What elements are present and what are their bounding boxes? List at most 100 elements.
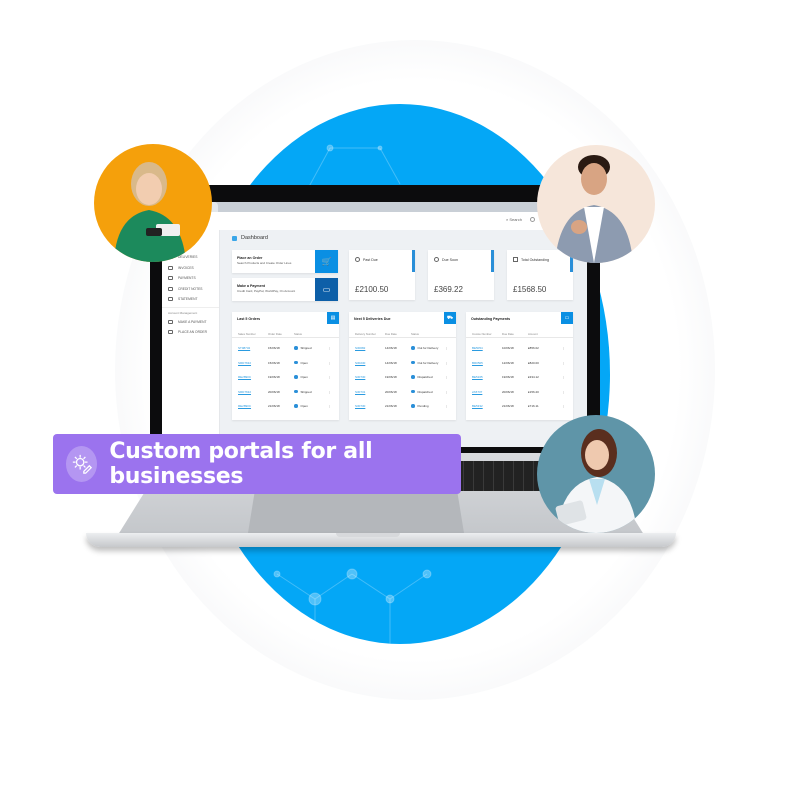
record-link[interactable]: BR0505 (472, 361, 483, 365)
stat-label: Due Soon (434, 257, 458, 262)
make-payment-button[interactable]: ▭ (315, 278, 338, 301)
table-card-2: Outstanding Payments ▭ Invoice Number Due D… (466, 312, 573, 420)
table-row[interactable]: RE2890C 21/06/18 Open ⋮ (232, 404, 339, 412)
more-icon[interactable]: ⋮ (562, 390, 565, 394)
cell: Dispatched (411, 390, 433, 394)
record-link[interactable]: S30731 (355, 390, 365, 394)
record-link[interactable]: S30730 (355, 404, 365, 408)
table-row[interactable]: S30082 14/06/18 Out for Delivery ⋮ (349, 346, 456, 354)
table-row[interactable]: S30731 20/06/18 Dispatched ⋮ (349, 390, 456, 398)
sidebar-item-statement[interactable]: Statement (162, 294, 219, 305)
cell: 12/06/18 (502, 360, 514, 365)
status-icon (411, 404, 415, 408)
column-header[interactable]: Invoice Number (472, 332, 492, 336)
record-link[interactable]: SRD7632 (238, 390, 251, 394)
statement-icon (168, 297, 173, 302)
status-icon (411, 389, 415, 394)
record-link[interactable]: BE5054 (472, 346, 483, 350)
sidebar-item-make-payment[interactable]: Make a Payment (162, 317, 219, 328)
table-row[interactable]: BR0505 12/06/18 £820.00 ⋮ (466, 361, 573, 369)
make-payment-card[interactable]: Make a Payment Credit Card, PayPal, Worl… (232, 278, 338, 301)
truck-button[interactable]: ⛟ (444, 312, 456, 324)
column-header[interactable]: Order Date (268, 332, 282, 336)
record-link[interactable]: S30730 (355, 375, 365, 379)
column-header[interactable]: Status (411, 332, 419, 336)
sidebar-item-invoices[interactable]: Invoices (162, 263, 219, 274)
table-row[interactable]: ST08732 15/06/18 Shipped ⋮ (232, 346, 339, 354)
table-row[interactable]: S30730 19/06/18 Dispatched ⋮ (349, 375, 456, 383)
money-icon: ▭ (564, 315, 570, 321)
credit-note-icon (168, 286, 173, 291)
record-link[interactable]: BE5165 (472, 375, 483, 379)
sidebar: Deliveries Invoices Payments Credit Note… (162, 230, 220, 447)
more-icon[interactable]: ⋮ (562, 404, 565, 408)
column-header[interactable]: Due Date (385, 332, 397, 336)
column-header[interactable]: Status (294, 332, 302, 336)
more-icon[interactable]: ⋮ (445, 361, 448, 365)
place-order-button[interactable]: 🛒 (315, 250, 338, 273)
table-row[interactable]: BE5054 10/06/18 £856.02 ⋮ (466, 346, 573, 354)
cell: 10/06/18 (502, 346, 514, 350)
record-link[interactable]: S30082 (355, 346, 365, 350)
status-text: Open (300, 375, 308, 379)
record-link[interactable]: 2A5737 (472, 390, 482, 394)
search-link[interactable]: ⌕ Search (506, 217, 522, 222)
place-order-card[interactable]: Place an Order Search Products and Creat… (232, 250, 338, 273)
status-text: Shipped (300, 389, 312, 394)
more-icon[interactable]: ⋮ (328, 390, 331, 394)
table-row[interactable]: S30230 14/06/18 Out for Delivery ⋮ (349, 361, 456, 369)
more-icon[interactable]: ⋮ (328, 404, 331, 408)
more-icon[interactable]: ⋮ (445, 346, 448, 350)
dashboard-icon (232, 235, 237, 241)
table-row[interactable]: BE5165 19/06/18 £334.12 ⋮ (466, 375, 573, 383)
stat-value: £2100.50 (355, 285, 389, 294)
record-link[interactable]: S30230 (355, 361, 365, 365)
stat-card-due-soon[interactable]: Due Soon £369.22 (428, 250, 494, 300)
document-button[interactable]: ▤ (327, 312, 339, 324)
column-header[interactable]: Amount (528, 332, 538, 336)
status-text: Pending (417, 404, 429, 408)
record-link[interactable]: BE5332 (472, 404, 483, 408)
record-link[interactable]: RE2890C (238, 375, 251, 379)
table-row[interactable]: SRD7632 20/06/18 Shipped ⋮ (232, 390, 339, 398)
cell: 15/06/18 (268, 360, 280, 365)
record-link[interactable]: SRD7632 (238, 361, 251, 365)
cell: Out for Delivery (411, 346, 438, 350)
document-icon: ▤ (330, 315, 336, 321)
more-icon[interactable]: ⋮ (562, 375, 565, 379)
banner-text: Custom portals for all businesses (109, 439, 373, 489)
more-icon[interactable]: ⋮ (562, 361, 565, 365)
status-text: Out for Delivery (417, 360, 439, 365)
column-header[interactable]: Due Date (502, 332, 514, 336)
avatar-man-headset (537, 145, 655, 263)
more-icon[interactable]: ⋮ (328, 361, 331, 365)
more-icon[interactable]: ⋮ (445, 404, 448, 408)
table-row[interactable]: 2A5737 20/06/18 £156.20 ⋮ (466, 390, 573, 398)
column-header[interactable]: Sales Number (238, 332, 256, 336)
sidebar-item-payments[interactable]: Payments (162, 273, 219, 284)
more-icon[interactable]: ⋮ (562, 346, 565, 350)
table-header: Sales Number Order Date Status (232, 330, 339, 338)
card-icon (168, 319, 173, 324)
settings-icon[interactable] (530, 217, 535, 222)
table-row[interactable]: BE5332 21/06/18 £716.11 ⋮ (466, 404, 573, 412)
money-button[interactable]: ▭ (561, 312, 573, 324)
laptop-notch (336, 533, 400, 537)
record-link[interactable]: RE2890C (238, 404, 251, 408)
table-row[interactable]: SRD7632 15/06/18 Open ⋮ (232, 361, 339, 369)
record-link[interactable]: ST08732 (238, 346, 250, 350)
cell: 21/06/18 (502, 404, 514, 408)
more-icon[interactable]: ⋮ (328, 375, 331, 379)
truck-icon: ⛟ (446, 314, 454, 321)
stat-value: £1568.50 (513, 285, 547, 294)
more-icon[interactable]: ⋮ (445, 390, 448, 394)
stat-card-past-due[interactable]: Past Due £2100.50 (349, 250, 415, 300)
table-row[interactable]: S30730 21/06/18 Pending ⋮ (349, 404, 456, 412)
more-icon[interactable]: ⋮ (445, 375, 448, 379)
more-icon[interactable]: ⋮ (328, 346, 331, 350)
column-header[interactable]: Delivery Number (355, 332, 376, 336)
table-row[interactable]: RE2890C 19/06/18 Open ⋮ (232, 375, 339, 383)
sidebar-item-credit-notes[interactable]: Credit Notes (162, 284, 219, 295)
cell: £716.11 (528, 404, 539, 408)
sidebar-item-place-order[interactable]: Place an Order (162, 327, 219, 338)
